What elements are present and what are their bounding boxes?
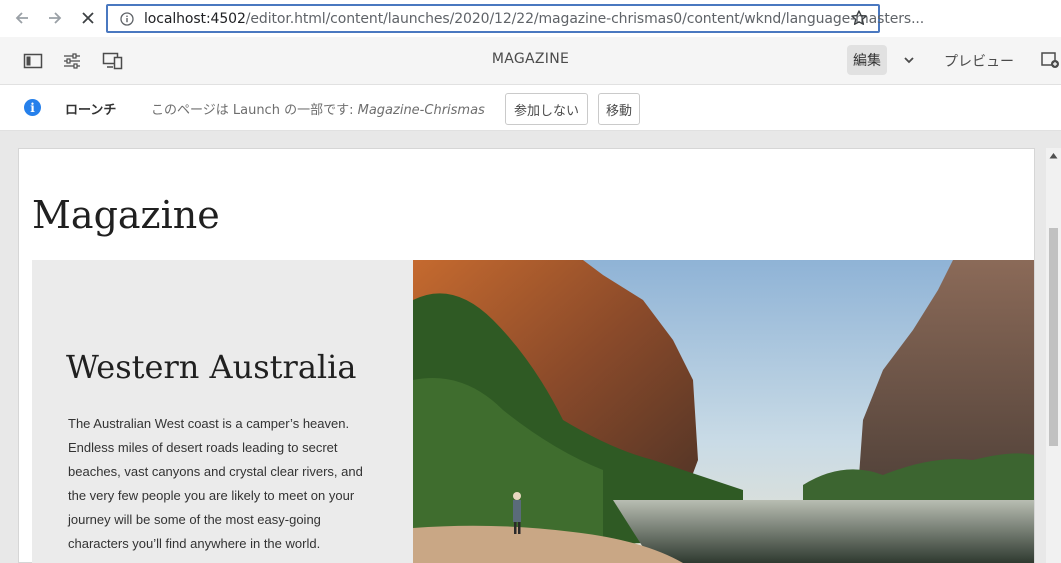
url-path: /editor.html/content/launches/2020/12/22… — [245, 11, 925, 27]
move-button[interactable]: 移動 — [598, 93, 640, 125]
url-host: localhost:4502 — [144, 11, 246, 27]
info-icon: i — [24, 99, 41, 116]
scroll-up-icon[interactable] — [1049, 152, 1058, 159]
exclude-button[interactable]: 参加しない — [505, 93, 588, 125]
chevron-down-icon[interactable] — [902, 52, 916, 71]
launch-name: Magazine-Chrismas — [357, 103, 485, 118]
hero-text-panel[interactable]: Western Australia The Australian West co… — [32, 260, 413, 563]
launch-message-prefix: このページは Launch の一部です: — [151, 103, 354, 118]
site-info-icon[interactable] — [120, 12, 134, 26]
forward-icon[interactable] — [43, 6, 67, 30]
address-bar[interactable]: localhost:4502/editor.html/content/launc… — [106, 4, 924, 33]
scrollbar[interactable] — [1046, 148, 1061, 563]
stop-loading-icon[interactable] — [76, 6, 100, 30]
bookmark-star-icon[interactable] — [850, 9, 868, 27]
hero-image[interactable] — [413, 260, 1034, 563]
back-icon[interactable] — [10, 6, 34, 30]
url-text: localhost:4502/editor.html/content/launc… — [144, 11, 924, 27]
annotate-icon[interactable] — [1040, 51, 1060, 73]
browser-bar: localhost:4502/editor.html/content/launc… — [0, 0, 1061, 37]
preview-button[interactable]: プレビュー — [944, 51, 1014, 71]
scroll-thumb[interactable] — [1049, 228, 1058, 446]
editor-toolbar: MAGAZINE 編集 プレビュー — [0, 37, 1061, 85]
launch-title: ローンチ — [65, 103, 117, 118]
page-heading[interactable]: Magazine — [32, 193, 220, 237]
hero-title: Western Australia — [66, 348, 357, 386]
launch-message: このページは Launch の一部です: Magazine-Chrismas — [151, 99, 485, 118]
hero-body: The Australian West coast is a camper’s … — [68, 416, 363, 551]
launch-info-bar: i ローンチ このページは Launch の一部です: Magazine-Chr… — [0, 85, 1061, 131]
edit-mode-button[interactable]: 編集 — [847, 45, 887, 75]
